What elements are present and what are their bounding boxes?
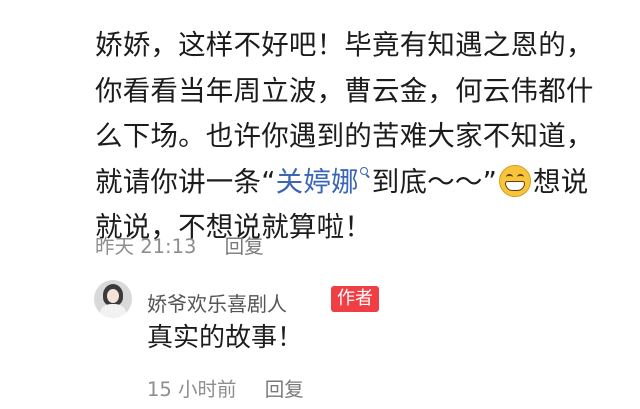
comment-line: 你看看当年周立波，曹云金，何云伟都什 bbox=[95, 74, 594, 107]
comment-meta: 昨天 21:13 回复 bbox=[95, 230, 264, 259]
topic-link-text: 关婷娜 bbox=[275, 165, 359, 198]
comment-line-prefix: 就请你讲一条“ bbox=[95, 165, 276, 198]
comment-line-suffix: 到底～～” bbox=[371, 165, 498, 198]
author-badge: 作者 bbox=[331, 286, 379, 312]
reply-username[interactable]: 娇爷欢乐喜剧人 bbox=[147, 288, 287, 317]
comment-line: 就请你讲一条“关婷娜 到底～～” 想说 bbox=[95, 160, 630, 206]
reply-button[interactable]: 回复 bbox=[225, 235, 264, 258]
search-icon bbox=[359, 166, 370, 177]
comment-body: 娇娇，这样不好吧！毕竟有知遇之恩的， 你看看当年周立波，曹云金，何云伟都什 么下… bbox=[95, 23, 630, 251]
avatar[interactable] bbox=[94, 280, 132, 318]
comment-line-end: 想说 bbox=[533, 165, 589, 198]
comment-line: 么下场。也许你遇到的苦难大家不知道， bbox=[95, 120, 594, 152]
reply-text: 真实的故事！ bbox=[147, 323, 304, 353]
reply-button[interactable]: 回复 bbox=[265, 378, 304, 401]
grinning-face-icon bbox=[499, 164, 532, 197]
topic-link[interactable]: 关婷娜 bbox=[276, 166, 372, 198]
reply-timestamp: 15 小时前 bbox=[147, 378, 237, 401]
comment-timestamp: 昨天 21:13 bbox=[95, 235, 197, 258]
reply-meta: 15 小时前 回复 bbox=[147, 373, 304, 402]
comment-line: 娇娇，这样不好吧！毕竟有知遇之恩的， bbox=[95, 29, 594, 61]
